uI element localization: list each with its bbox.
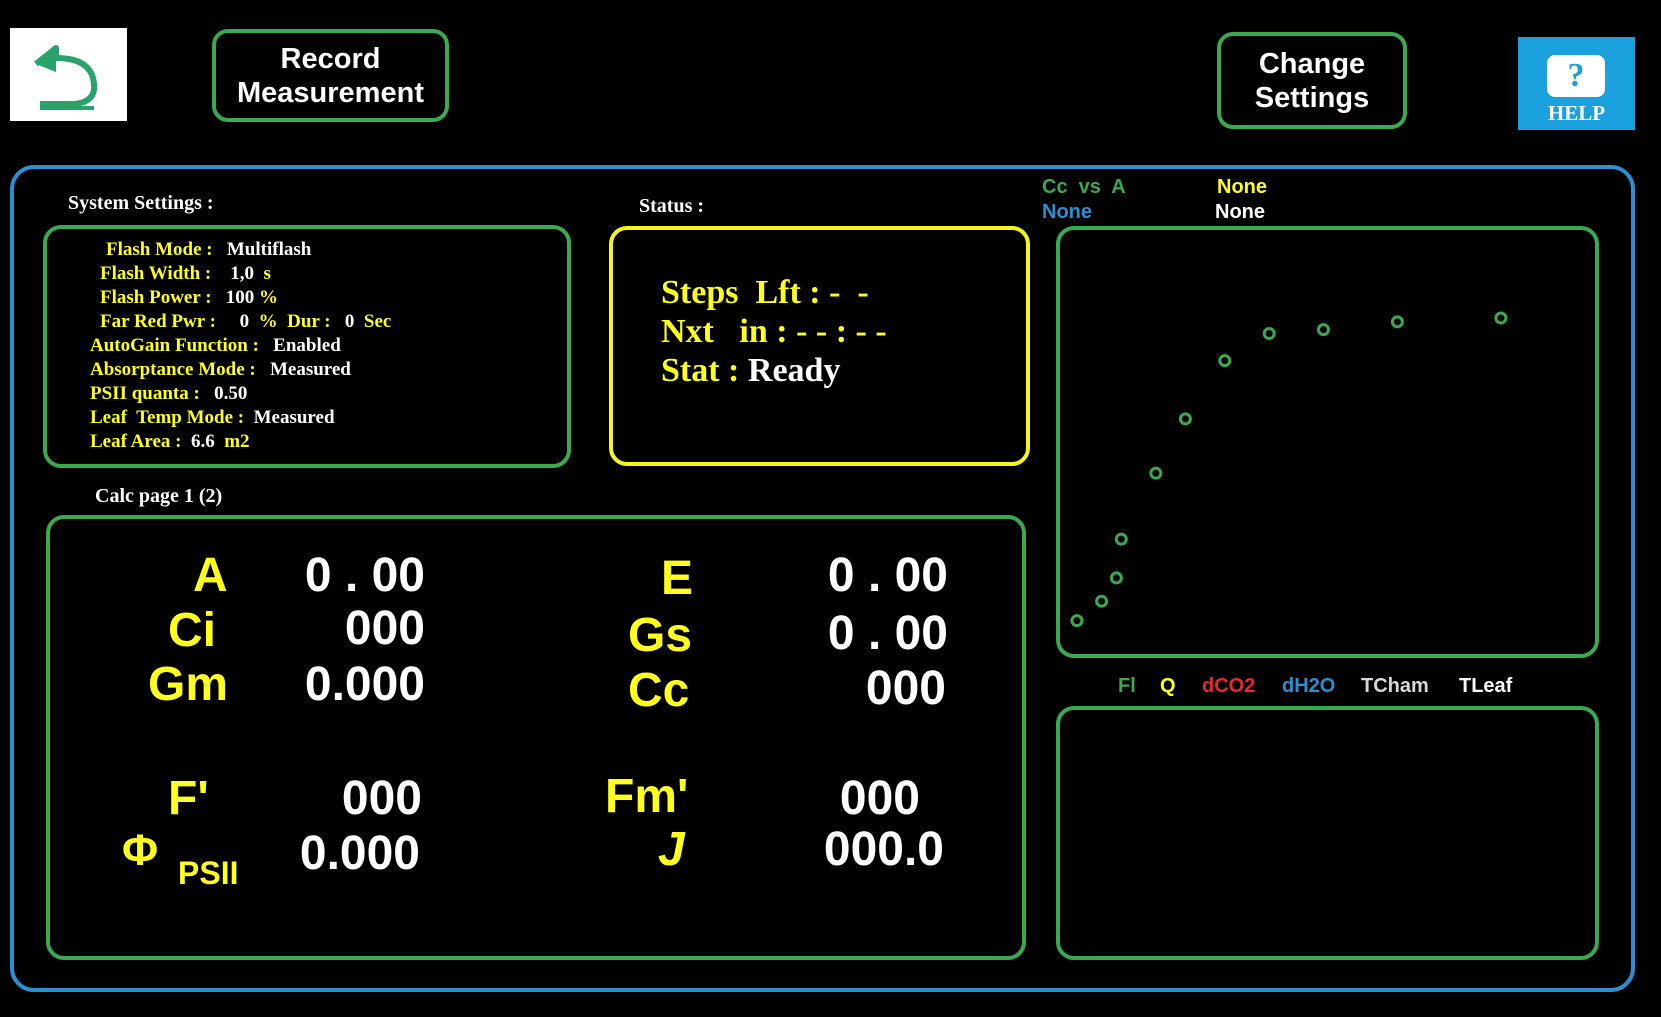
- calc-value-fm-prime: 000: [839, 772, 920, 825]
- calc-label-j: J: [658, 823, 685, 876]
- setting-flash-width: Flash Width : 1,0 s: [100, 263, 271, 284]
- scatter-point: [1149, 466, 1163, 480]
- plot-title-x-vs-y: Cc vs A: [1042, 176, 1126, 198]
- calc-label-gs: Gs: [628, 609, 693, 662]
- status-title: Status :: [639, 195, 705, 217]
- plot-title-series-blue: None: [1042, 201, 1092, 223]
- calc-label-cc: Cc: [628, 664, 690, 717]
- legend-tcham: TCham: [1361, 675, 1429, 697]
- legend-tleaf: TLeaf: [1459, 675, 1513, 697]
- system-settings-title: System Settings :: [68, 192, 214, 214]
- help-label: HELP: [1547, 101, 1606, 125]
- calc-label-fm-prime: Fm': [605, 770, 689, 823]
- calc-label-phi: Φ: [122, 826, 159, 875]
- scatter-point: [1109, 571, 1123, 585]
- scatter-point: [1070, 614, 1084, 628]
- calc-value-gs: 0 . 00: [827, 607, 948, 660]
- calc-value-phi-psii: 0.000: [299, 827, 420, 880]
- status-next-in: Nxt in : - - : - -: [661, 313, 887, 350]
- setting-flash-power: Flash Power : 100 %: [100, 287, 279, 308]
- scatter-point: [1218, 354, 1232, 368]
- setting-autogain: AutoGain Function : Enabled: [90, 335, 341, 356]
- change-settings-button[interactable]: Change Settings: [1217, 32, 1407, 129]
- setting-psii-quanta: PSII quanta : 0.50: [90, 383, 248, 404]
- status-panel: Steps Lft : - - Nxt in : - - : - - Stat …: [609, 226, 1030, 466]
- legend-q: Q: [1160, 675, 1176, 697]
- setting-leaf-area: Leaf Area : 6.6 m2: [90, 431, 250, 452]
- undo-arrow-icon: [34, 45, 98, 110]
- scatter-plot: [1070, 311, 1508, 628]
- legend-dh2o: dH2O: [1282, 675, 1336, 697]
- system-settings-panel: Flash Mode : Multiflash Flash Width : 1,…: [43, 225, 571, 468]
- calc-value-e: 0 . 00: [827, 549, 948, 602]
- calc-label-f-prime: F': [168, 772, 209, 825]
- calc-value-cc: 000: [865, 662, 946, 715]
- status-steps-left: Steps Lft : - -: [661, 274, 869, 311]
- calc-label-gm: Gm: [148, 658, 229, 711]
- calc-value-ci: 000: [344, 602, 425, 655]
- calc-value-a: 0 . 00: [304, 549, 425, 602]
- legend-dco2: dCO2: [1202, 675, 1256, 697]
- calc-label-psii-subscript: PSII: [178, 855, 239, 891]
- plot-title-series-yellow: None: [1217, 176, 1267, 198]
- record-label-line1: Record: [280, 42, 381, 75]
- scatter-point: [1095, 594, 1109, 608]
- calc-label-e: E: [661, 552, 694, 605]
- scatter-point: [1114, 532, 1128, 546]
- back-button[interactable]: [10, 28, 127, 121]
- setting-flash-mode: Flash Mode : Multiflash: [106, 239, 312, 260]
- scatter-point: [1178, 412, 1192, 426]
- scatter-point: [1262, 326, 1276, 340]
- record-measurement-button[interactable]: Record Measurement: [212, 29, 449, 122]
- setting-far-red-power: Far Red Pwr : 0 % Dur : 0 Sec: [100, 311, 392, 332]
- help-button[interactable]: ? HELP: [1518, 37, 1635, 130]
- scatter-plot-panel: [1056, 226, 1599, 658]
- setting-leaf-temp-mode: Leaf Temp Mode : Measured: [90, 407, 335, 428]
- legend-fl: Fl: [1118, 675, 1136, 697]
- plot-title-series-white: None: [1215, 201, 1265, 223]
- trace-chart-panel: [1056, 706, 1599, 960]
- scatter-point: [1390, 315, 1404, 329]
- scatter-point: [1316, 323, 1330, 337]
- calc-label-a: A: [193, 549, 228, 602]
- change-label-line2: Settings: [1254, 81, 1370, 114]
- setting-absorptance-mode: Absorptance Mode : Measured: [90, 359, 351, 380]
- calc-value-f-prime: 000: [341, 772, 422, 825]
- status-state: Stat : Ready: [661, 352, 841, 389]
- calc-value-gm: 0.000: [304, 658, 425, 711]
- help-icon: ?: [1547, 55, 1605, 97]
- calc-value-j: 000.0: [823, 823, 944, 876]
- calc-label-ci: Ci: [168, 604, 216, 657]
- calc-page-label: Calc page 1 (2): [95, 485, 223, 507]
- scatter-point: [1494, 311, 1508, 325]
- change-label-line1: Change: [1258, 47, 1366, 80]
- record-label-line2: Measurement: [237, 76, 424, 109]
